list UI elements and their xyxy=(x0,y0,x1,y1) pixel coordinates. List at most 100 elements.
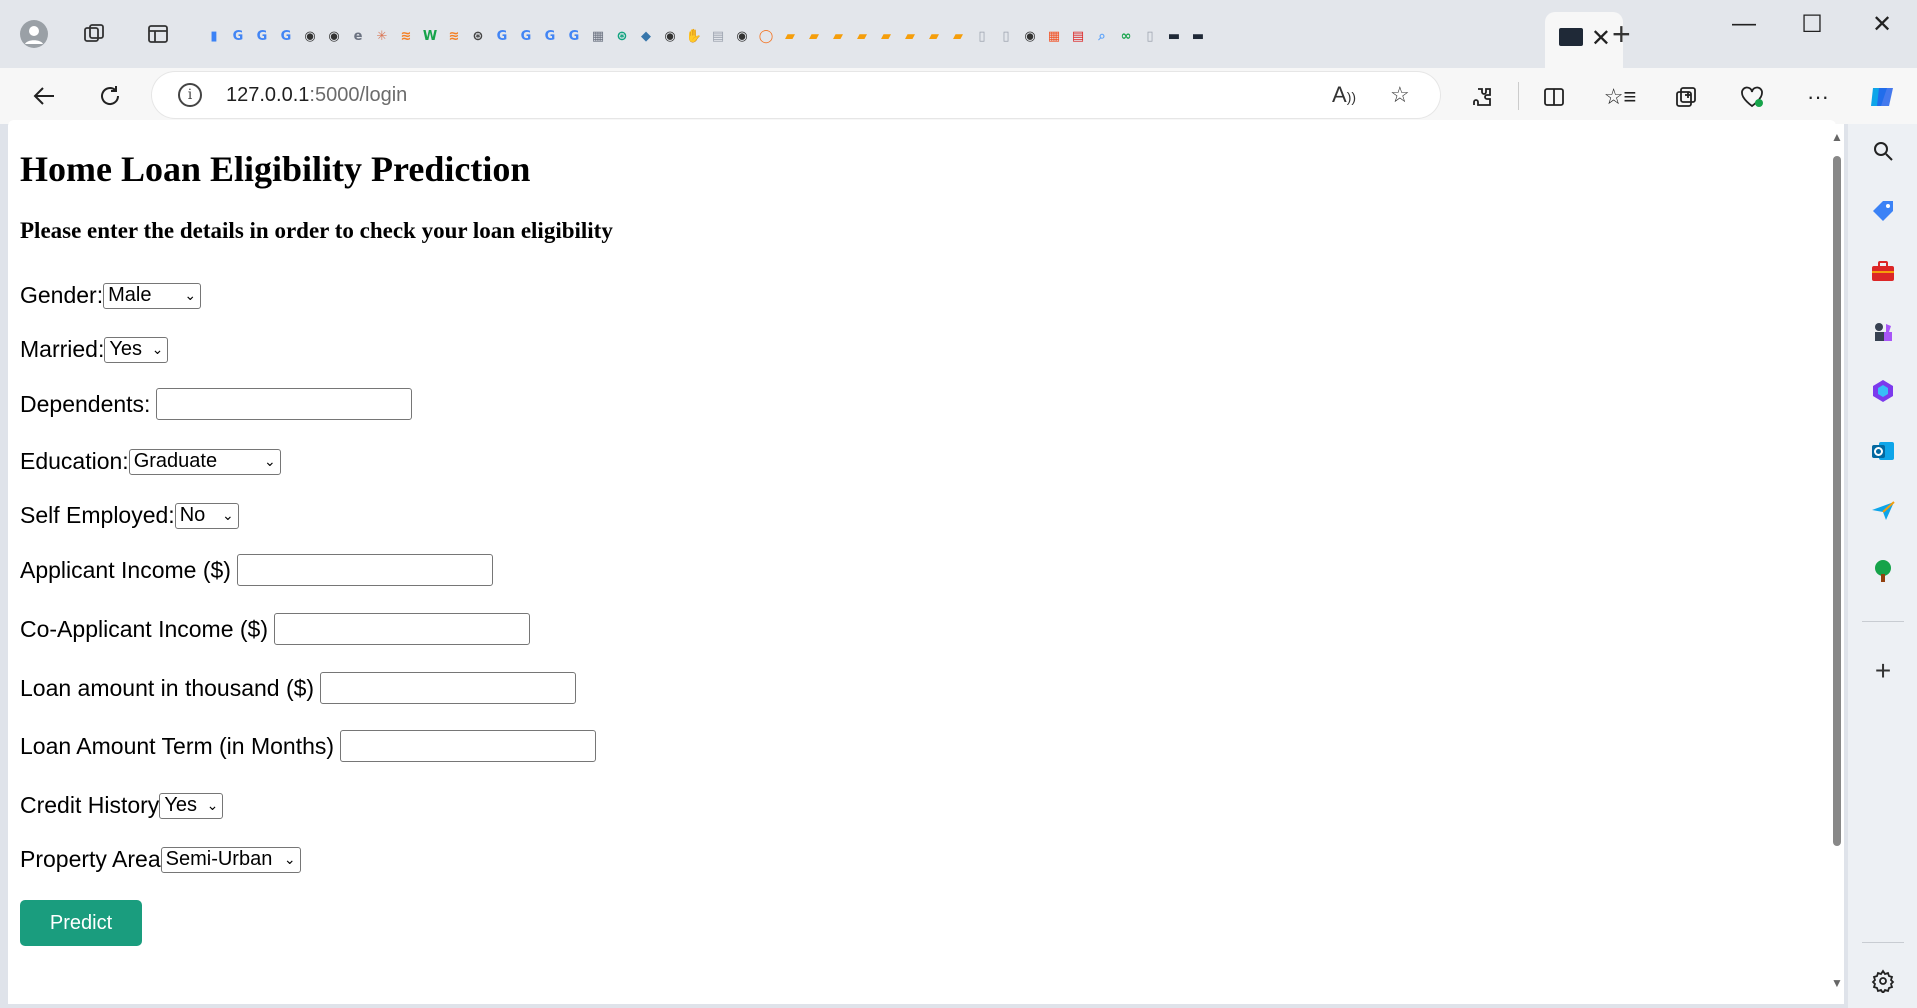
send-icon[interactable] xyxy=(1866,494,1900,528)
hand-icon[interactable]: ✋ xyxy=(685,25,703,47)
book-icon[interactable]: ▰ xyxy=(853,25,871,47)
book-icon[interactable]: ▰ xyxy=(925,25,943,47)
more-options-icon[interactable]: ··· xyxy=(1802,82,1834,112)
url-text[interactable]: 127.0.0.1:5000/login xyxy=(226,84,407,107)
page-title: Home Loan Eligibility Prediction xyxy=(20,149,531,189)
vertical-scrollbar[interactable]: ▲ ▼ xyxy=(1830,124,1844,1004)
book-icon[interactable]: ▰ xyxy=(949,25,967,47)
predict-button[interactable]: Predict xyxy=(20,900,142,946)
file-icon[interactable]: ▯ xyxy=(997,25,1015,47)
add-icon[interactable]: + xyxy=(1866,654,1900,688)
credit-history-select[interactable]: Yes ⌄ xyxy=(159,792,224,819)
chatgpt-icon[interactable]: ⊛ xyxy=(613,25,631,47)
link-icon[interactable]: ∞ xyxy=(1117,25,1135,47)
book-icon[interactable]: ▰ xyxy=(805,25,823,47)
github-icon[interactable]: ◉ xyxy=(733,25,751,47)
github-icon[interactable]: ◉ xyxy=(325,25,343,47)
stack-icon[interactable]: ≋ xyxy=(397,25,415,47)
reload-icon[interactable] xyxy=(90,76,130,116)
chevron-down-icon: ⌄ xyxy=(151,341,164,357)
google-icon[interactable]: G xyxy=(253,25,271,47)
outlook-icon[interactable] xyxy=(1866,434,1900,468)
favorite-star-icon[interactable]: ☆ xyxy=(1390,82,1410,108)
search-icon[interactable]: ⌕ xyxy=(1093,25,1111,47)
applicant-income-input[interactable] xyxy=(236,554,493,586)
collections-icon[interactable] xyxy=(1670,82,1702,112)
read-aloud-icon[interactable]: A)) xyxy=(1332,82,1356,108)
close-tab-icon[interactable]: ✕ xyxy=(1591,24,1611,53)
tab-actions-icon[interactable] xyxy=(138,14,178,54)
education-select[interactable]: Graduate ⌄ xyxy=(128,448,281,475)
self-employed-select[interactable]: No ⌄ xyxy=(174,502,239,529)
scroll-down-icon[interactable]: ▼ xyxy=(1830,976,1844,990)
back-icon[interactable] xyxy=(24,76,64,116)
browser-essentials-icon[interactable] xyxy=(1736,82,1768,112)
dependents-input[interactable] xyxy=(156,388,413,420)
edge-icon[interactable]: e xyxy=(349,25,367,47)
favorites-icon[interactable]: ☆≡ xyxy=(1604,82,1637,112)
google-icon[interactable]: G xyxy=(229,25,247,47)
page-icon[interactable]: ▤ xyxy=(709,25,727,47)
google-icon[interactable]: G xyxy=(493,25,511,47)
address-bar[interactable]: i 127.0.0.1:5000/login A)) ☆ xyxy=(152,72,1440,118)
google-icon[interactable]: G xyxy=(541,25,559,47)
close-window-icon[interactable]: ✕ xyxy=(1852,10,1912,39)
married-select[interactable]: Yes ⌄ xyxy=(104,336,169,363)
pdf-icon[interactable]: ▤ xyxy=(1069,25,1087,47)
w-icon[interactable]: W xyxy=(421,25,439,47)
extensions-icon[interactable] xyxy=(1466,82,1498,112)
github-icon[interactable]: ◉ xyxy=(1021,25,1039,47)
copilot-icon[interactable] xyxy=(1866,82,1898,112)
doc-icon[interactable]: ▮ xyxy=(205,25,223,47)
stack-icon[interactable]: ≋ xyxy=(445,25,463,47)
chevron-down-icon: ⌄ xyxy=(221,507,234,523)
scrollbar-thumb[interactable] xyxy=(1833,156,1841,846)
search-icon[interactable] xyxy=(1866,134,1900,168)
jupyter-icon[interactable]: ◯ xyxy=(757,25,775,47)
property-area-select[interactable]: Semi-Urban ⌄ xyxy=(160,846,301,873)
google-icon[interactable]: G xyxy=(517,25,535,47)
profile-icon[interactable] xyxy=(14,14,54,54)
google-icon[interactable]: G xyxy=(277,25,295,47)
book-icon[interactable]: ▰ xyxy=(781,25,799,47)
gender-value: Male xyxy=(108,284,152,306)
maximize-icon[interactable]: ☐ xyxy=(1782,10,1842,39)
chevron-down-icon: ⌄ xyxy=(184,287,197,303)
microsoft365-icon[interactable] xyxy=(1866,374,1900,408)
github-icon[interactable]: ◉ xyxy=(301,25,319,47)
new-tab-icon[interactable]: + xyxy=(1612,16,1631,53)
openai-icon[interactable]: ⊛ xyxy=(469,25,487,47)
loan-amount-input[interactable] xyxy=(320,672,577,704)
terminal-icon[interactable]: ▬ xyxy=(1189,25,1207,47)
table-icon[interactable]: ▦ xyxy=(589,25,607,47)
tab-bar: ▮ G G G ◉ ◉ e ✳ ≋ W ≋ ⊛ G G G G ▦ ⊛ ◆ ◉ ✋ ▤ ◉ ◯ ▰ ▰ ▰ ▰ ▰ ▰ ▰ ▰ ▯ ▯ ◉ ▦ ▤ ⌕ ∞ ▯… xyxy=(0,0,1917,68)
loan-amount-label: Loan amount in thousand ($) xyxy=(20,674,315,701)
github-icon[interactable]: ◉ xyxy=(661,25,679,47)
gender-select[interactable]: Male ⌄ xyxy=(103,282,202,309)
minimize-icon[interactable]: — xyxy=(1714,10,1774,38)
tools-briefcase-icon[interactable] xyxy=(1866,254,1900,288)
book-icon[interactable]: ▰ xyxy=(829,25,847,47)
coapplicant-income-input[interactable] xyxy=(274,613,530,645)
google-icon[interactable]: G xyxy=(565,25,583,47)
workspaces-icon[interactable] xyxy=(74,14,114,54)
games-icon[interactable] xyxy=(1866,314,1900,348)
split-screen-icon[interactable] xyxy=(1538,82,1570,112)
site-info-icon[interactable]: i xyxy=(178,83,202,107)
file-icon[interactable]: ▯ xyxy=(1141,25,1159,47)
applicant-income-row: Applicant Income ($) xyxy=(20,554,493,586)
claude-icon[interactable]: ✳ xyxy=(373,25,391,47)
file-icon[interactable]: ▯ xyxy=(973,25,991,47)
married-label: Married: xyxy=(20,336,105,362)
tree-icon[interactable] xyxy=(1866,554,1900,588)
book-icon[interactable]: ▰ xyxy=(877,25,895,47)
edge-sidebar: + xyxy=(1848,124,1917,1008)
python-icon[interactable]: ◆ xyxy=(637,25,655,47)
loan-term-input[interactable] xyxy=(340,730,597,762)
book-icon[interactable]: ▰ xyxy=(901,25,919,47)
shopping-tag-icon[interactable] xyxy=(1866,194,1900,228)
settings-gear-icon[interactable] xyxy=(1866,964,1900,998)
microsoft-icon[interactable]: ▦ xyxy=(1045,25,1063,47)
scroll-up-icon[interactable]: ▲ xyxy=(1830,130,1844,144)
terminal-icon[interactable]: ▬ xyxy=(1165,25,1183,47)
